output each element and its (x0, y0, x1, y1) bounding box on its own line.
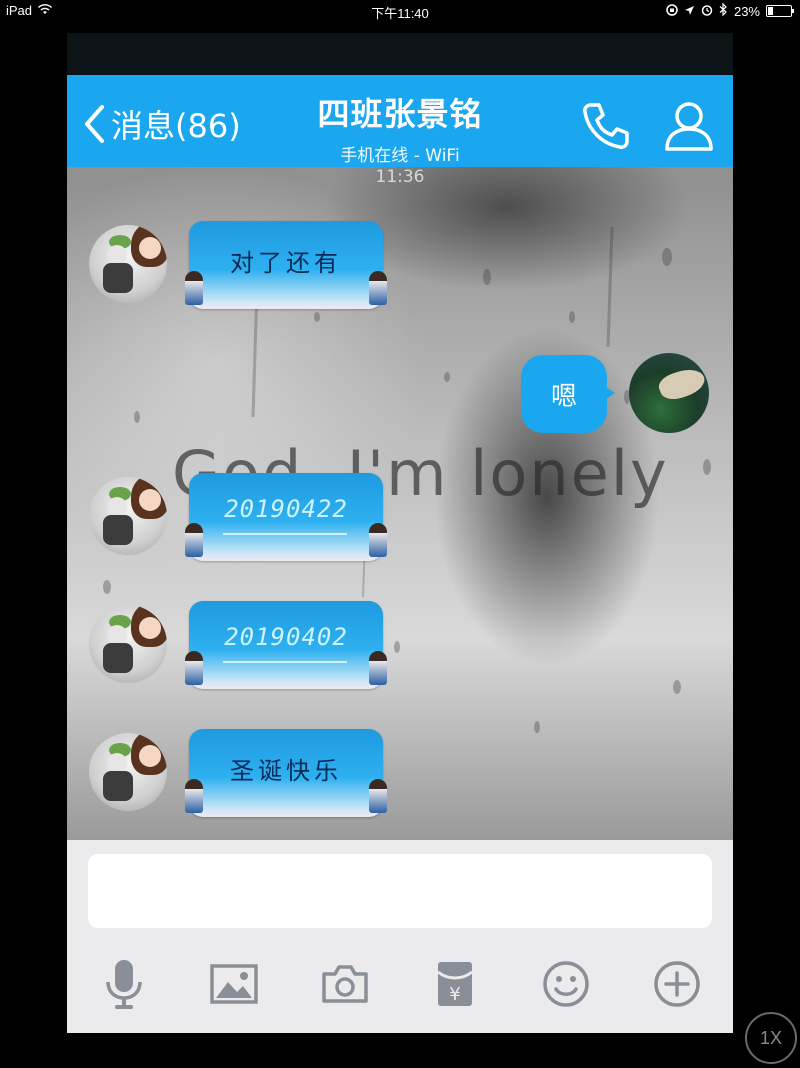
avatar-girl-face (139, 237, 161, 259)
phone-icon[interactable] (579, 99, 633, 157)
outgoing-message-bubble[interactable]: 嗯 (521, 355, 615, 433)
avatar-girl-face (139, 617, 161, 639)
incoming-message-bubble[interactable]: 对了还有 (185, 221, 387, 309)
avatar-boy-body (103, 771, 133, 801)
battery-icon (766, 5, 794, 17)
chat-header: 消息(86) 四班张景铭 手机在线 - WiFi (67, 75, 733, 167)
contact-avatar[interactable] (89, 733, 167, 811)
svg-text:¥: ¥ (449, 984, 460, 1005)
chat-title: 四班张景铭 (317, 95, 483, 133)
bubble-decoration-figure (369, 523, 387, 557)
zoom-button[interactable]: 1X (745, 1012, 797, 1064)
red-packet-icon[interactable]: ¥ (429, 958, 481, 1010)
message-input[interactable] (88, 854, 712, 928)
incoming-message-bubble[interactable]: 20190422 (185, 473, 387, 561)
message-text: 20190402 (224, 623, 348, 651)
avatar-girl-face (139, 489, 161, 511)
contact-avatar[interactable] (89, 605, 167, 683)
bubble-decoration-figure (369, 779, 387, 813)
battery-fill (768, 7, 773, 15)
profile-icon[interactable] (663, 99, 715, 157)
app-frame: 消息(86) 四班张景铭 手机在线 - WiFi 11:36 God, I'm … (67, 33, 733, 1033)
bluetooth-icon (719, 2, 728, 19)
avatar-boy-head (107, 245, 127, 265)
message-text: 圣诞快乐 (230, 757, 342, 785)
emoji-icon[interactable] (540, 958, 592, 1010)
title-block[interactable]: 四班张景铭 手机在线 - WiFi (67, 89, 733, 166)
bubble-decoration-figure (369, 271, 387, 305)
date-underline (223, 661, 347, 663)
avatar-boy-head (107, 753, 127, 773)
contact-avatar[interactable] (89, 477, 167, 555)
location-icon (684, 4, 695, 19)
status-right: 23% (666, 2, 794, 19)
chat-subtitle: 手机在线 - WiFi (340, 146, 460, 166)
input-bar: ¥ (67, 840, 733, 1033)
avatar-boy-head (107, 625, 127, 645)
bubble-decoration-figure (185, 779, 203, 813)
avatar-boy-body (103, 643, 133, 673)
incoming-message-bubble[interactable]: 圣诞快乐 (185, 729, 387, 817)
avatar-boy-body (103, 515, 133, 545)
message-text: 对了还有 (230, 249, 342, 277)
plus-icon[interactable] (651, 958, 703, 1010)
status-bar: iPad 下午11:40 23% (0, 0, 800, 22)
avatar-boy-body (103, 263, 133, 293)
bubble-decoration-figure (185, 271, 203, 305)
battery-percent: 23% (733, 3, 760, 19)
message-text: 嗯 (550, 381, 577, 412)
avatar-girl-face (139, 745, 161, 767)
image-icon[interactable] (208, 958, 260, 1010)
camera-icon[interactable] (319, 958, 371, 1010)
microphone-icon[interactable] (98, 958, 150, 1010)
contact-avatar[interactable] (89, 225, 167, 303)
chat-area[interactable]: 11:36 God, I'm lonely 对了还有 嗯 20190422 20… (67, 167, 733, 840)
incoming-message-bubble[interactable]: 20190402 (185, 601, 387, 689)
message-timestamp: 11:36 (375, 167, 425, 187)
avatar-boy-head (107, 497, 127, 517)
bubble-decoration-figure (185, 651, 203, 685)
rotation-lock-icon (666, 3, 678, 19)
self-avatar[interactable] (629, 353, 709, 433)
bubble-decoration-figure (185, 523, 203, 557)
avatar-hand (655, 363, 709, 405)
bubble-decoration-figure (369, 651, 387, 685)
message-text: 20190422 (224, 495, 348, 523)
alarm-icon (701, 4, 713, 19)
date-underline (223, 533, 347, 535)
